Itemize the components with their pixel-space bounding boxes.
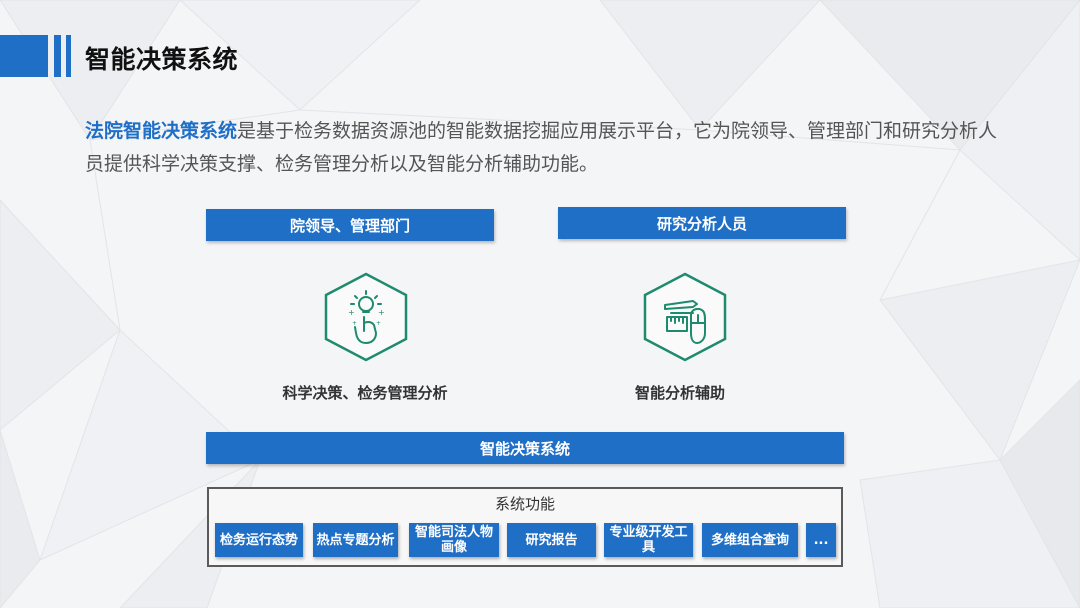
tools-mouse-icon: [643, 272, 727, 362]
function-item[interactable]: 研究报告: [507, 523, 596, 557]
intro-highlight: 法院智能决策系统: [85, 120, 238, 142]
function-item-more[interactable]: ...: [806, 523, 836, 557]
system-functions-panel: 系统功能 检务运行态势 热点专题分析 智能司法人物画像 研究报告 专业级开发工具…: [207, 487, 843, 567]
header-accent-stripe: [54, 35, 61, 77]
system-bar: 智能决策系统: [206, 432, 844, 464]
page-title: 智能决策系统: [85, 45, 239, 74]
svg-text:+: +: [378, 308, 385, 317]
function-item[interactable]: 检务运行态势: [215, 523, 303, 557]
caption-analysis-assist: 智能分析辅助: [634, 384, 725, 402]
user-box-researchers: 研究分析人员: [558, 207, 846, 239]
idea-hand-icon: + + + +: [324, 272, 408, 362]
user-box-leaders: 院领导、管理部门: [206, 209, 494, 241]
function-item[interactable]: 智能司法人物画像: [409, 523, 499, 557]
function-item[interactable]: 多维组合查询: [702, 523, 798, 557]
caption-scientific-decision: 科学决策、检务管理分析: [282, 384, 448, 402]
function-item[interactable]: 热点专题分析: [313, 523, 398, 557]
system-functions-title: 系统功能: [494, 495, 555, 513]
intro-paragraph: 法院智能决策系统是基于检务数据资源池的智能数据挖掘应用展示平台，它为院领导、管理…: [85, 115, 1005, 181]
header-accent-block: [0, 35, 48, 77]
function-item[interactable]: 专业级开发工具: [604, 523, 693, 557]
svg-text:+: +: [348, 308, 355, 317]
svg-text:+: +: [352, 320, 357, 327]
header-accent-stripe: [66, 35, 71, 77]
svg-text:+: +: [376, 320, 381, 327]
